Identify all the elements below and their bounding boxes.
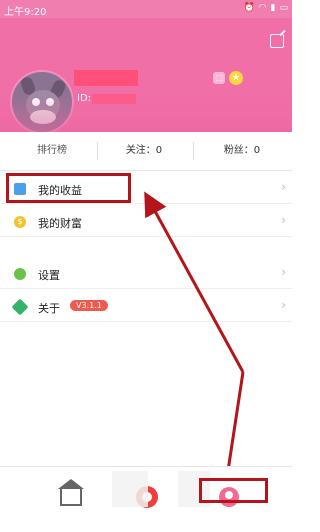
home-icon [58, 479, 84, 506]
annotation-arrow [144, 191, 245, 485]
tab-home[interactable] [46, 477, 96, 517]
annotation-highlight-me-tab [199, 478, 268, 503]
blur-overlay [112, 471, 148, 507]
